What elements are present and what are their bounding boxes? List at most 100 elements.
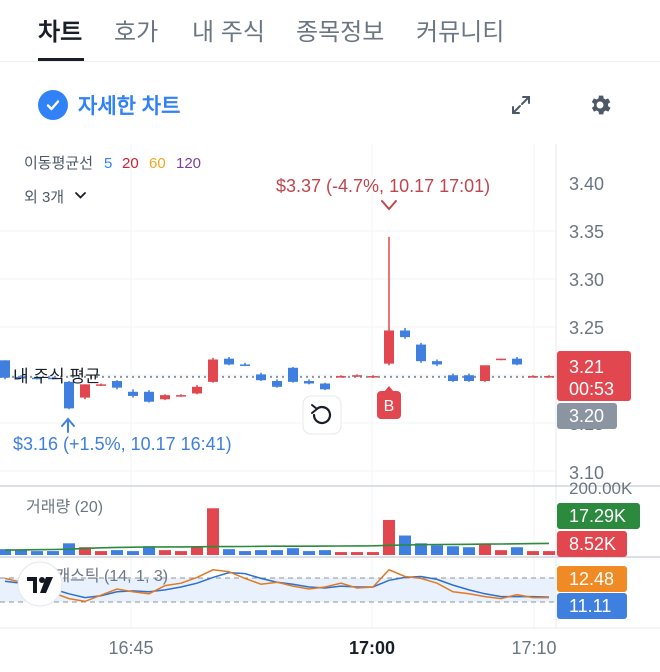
price-tick: 3.25 bbox=[569, 318, 604, 338]
volume-ma-value: 17.29K bbox=[569, 506, 626, 526]
reset-chart-button[interactable] bbox=[302, 395, 342, 435]
candle-body bbox=[0, 360, 10, 378]
candle-body bbox=[128, 391, 138, 396]
volume-label: 거래량 (20) bbox=[26, 498, 103, 516]
volume-bar bbox=[127, 551, 139, 555]
volume-bar bbox=[287, 548, 299, 555]
volume-bar bbox=[527, 551, 539, 555]
price-tick: 3.35 bbox=[569, 222, 604, 242]
candle-body bbox=[544, 376, 554, 378]
volume-ma-badge: 17.29K bbox=[557, 503, 640, 529]
detail-chart-toggle[interactable]: 자세한 차트 bbox=[38, 90, 180, 120]
ma-period-5: 5 bbox=[104, 155, 112, 172]
volume-bar bbox=[239, 551, 251, 555]
buy-marker[interactable]: B bbox=[377, 386, 401, 419]
chart-toolbar: 자세한 차트 bbox=[0, 62, 660, 144]
price-tick: 3.30 bbox=[569, 270, 604, 290]
tab-orderbook[interactable]: 호가 bbox=[114, 12, 158, 47]
volume-bar bbox=[31, 551, 43, 555]
volume-bar bbox=[271, 550, 283, 555]
candle-body bbox=[112, 381, 122, 388]
stochastic-k-badge: 12.48 bbox=[557, 566, 627, 592]
volume-bar bbox=[255, 550, 267, 555]
current-price-value: 3.21 bbox=[569, 357, 604, 377]
volume-bar bbox=[159, 550, 171, 555]
candle-body bbox=[304, 381, 314, 384]
high-price-annotation: $3.37 (-4.7%, 10.17 17:01) bbox=[276, 176, 490, 196]
stock-chart[interactable]: 이동평균선 5 20 60 120 외 3개 $3.37 (-4.7%, 10.… bbox=[0, 144, 660, 672]
ma-label: 이동평균선 bbox=[24, 155, 93, 172]
candle-body bbox=[416, 344, 426, 362]
candle-body bbox=[512, 358, 522, 365]
check-circle-icon bbox=[38, 90, 68, 120]
time-tick: 16:45 bbox=[108, 638, 153, 658]
candle-body bbox=[144, 391, 154, 402]
candle-body bbox=[256, 374, 266, 381]
ma-period-60: 60 bbox=[149, 155, 166, 172]
chevron-down-icon bbox=[75, 192, 86, 199]
candle-body bbox=[352, 375, 362, 377]
candle-body bbox=[432, 361, 442, 365]
volume-bar bbox=[319, 550, 331, 555]
my-average-label: 내 주식 평균 bbox=[13, 367, 101, 386]
ma-period-20: 20 bbox=[122, 155, 139, 172]
buy-marker-label: B bbox=[384, 398, 395, 415]
low-price-annotation: $3.16 (+1.5%, 10.17 16:41) bbox=[13, 434, 232, 454]
candle-countdown: 00:53 bbox=[569, 379, 614, 399]
volume-bar bbox=[47, 551, 59, 555]
volume-current-badge: 8.52K bbox=[557, 531, 627, 557]
active-tab-indicator bbox=[38, 58, 84, 61]
volume-bar bbox=[207, 508, 219, 555]
candle-body bbox=[80, 384, 90, 398]
tab-community[interactable]: 커뮤니티 bbox=[416, 12, 504, 47]
candle-body bbox=[464, 375, 474, 382]
volume-bar bbox=[175, 551, 187, 555]
candle-body bbox=[320, 383, 330, 390]
candle-body bbox=[192, 386, 202, 394]
more-indicators-toggle[interactable]: 외 3개 bbox=[24, 189, 86, 206]
current-price-badge: 3.21 00:53 bbox=[557, 351, 631, 401]
candle-body bbox=[400, 330, 410, 338]
time-tick: 17:00 bbox=[349, 638, 395, 658]
volume-bar bbox=[335, 552, 347, 555]
volume-bar bbox=[479, 544, 491, 555]
tradingview-logo[interactable] bbox=[17, 561, 63, 607]
price-axis: 3.40 3.35 3.30 3.25 3.15 3.10 bbox=[569, 174, 604, 483]
candle-body bbox=[176, 395, 186, 397]
candle-body bbox=[528, 376, 538, 378]
candle-body bbox=[496, 358, 506, 361]
candle-body bbox=[288, 367, 298, 382]
tab-my-stock[interactable]: 내 주식 bbox=[192, 12, 265, 47]
tab-chart[interactable]: 차트 bbox=[38, 12, 82, 47]
volume-bar bbox=[223, 549, 235, 555]
expand-icon[interactable] bbox=[506, 90, 536, 120]
tab-stock-info[interactable]: 종목정보 bbox=[296, 12, 384, 47]
volume-bar bbox=[95, 551, 107, 555]
detail-chart-label: 자세한 차트 bbox=[78, 95, 181, 118]
chart-canvas[interactable]: 이동평균선 5 20 60 120 외 3개 $3.37 (-4.7%, 10.… bbox=[0, 144, 660, 672]
high-arrow-icon bbox=[381, 200, 397, 211]
volume-bar bbox=[463, 547, 475, 555]
volume-bar bbox=[111, 550, 123, 555]
volume-bar bbox=[511, 547, 523, 555]
volume-bar bbox=[351, 552, 363, 555]
volume-bar bbox=[383, 519, 395, 555]
time-tick: 17:10 bbox=[511, 638, 556, 658]
candle-body bbox=[480, 365, 490, 382]
ma-period-120: 120 bbox=[176, 155, 201, 172]
more-indicators-label: 외 3개 bbox=[24, 189, 64, 206]
candle-body bbox=[160, 395, 170, 400]
volume-bar bbox=[495, 550, 507, 555]
candle-body bbox=[384, 330, 394, 364]
volume-current-value: 8.52K bbox=[569, 534, 616, 554]
stochastic-k-value: 12.48 bbox=[569, 569, 614, 589]
tab-bar: 차트 호가 내 주식 종목정보 커뮤니티 bbox=[0, 0, 660, 62]
my-average-value: 3.20 bbox=[569, 406, 604, 426]
candle-body bbox=[272, 381, 282, 387]
candle-body bbox=[368, 376, 378, 378]
candle-body bbox=[448, 375, 458, 382]
volume-bar bbox=[303, 551, 315, 555]
candle-body bbox=[336, 376, 346, 378]
gear-icon[interactable] bbox=[585, 90, 615, 120]
stochastic-d-value: 11.11 bbox=[569, 596, 611, 616]
